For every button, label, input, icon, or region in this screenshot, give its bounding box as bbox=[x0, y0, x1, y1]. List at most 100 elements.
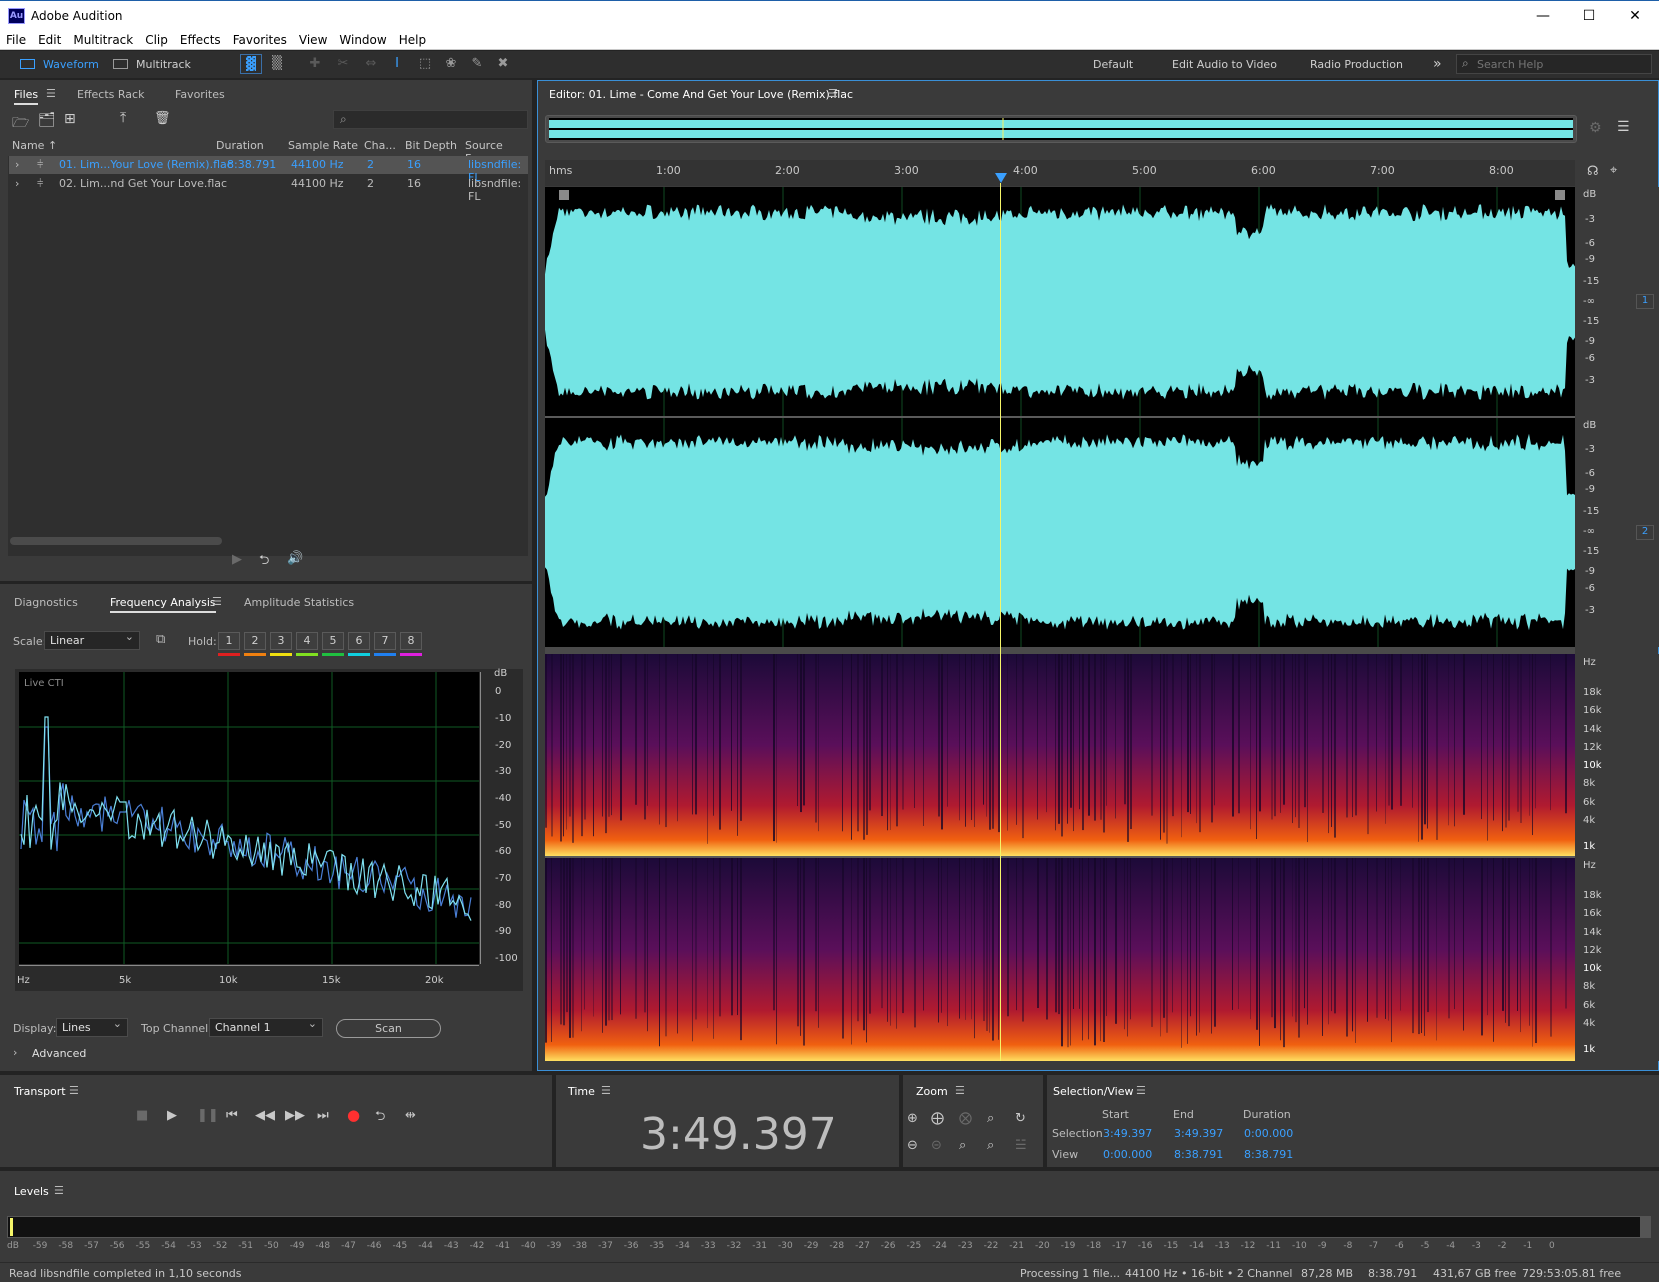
menu-effects[interactable]: Effects bbox=[174, 30, 227, 47]
hud-icon[interactable] bbox=[559, 190, 569, 200]
playhead-line[interactable] bbox=[1000, 183, 1001, 1061]
spectral-display-icon[interactable]: ▒ bbox=[266, 54, 288, 74]
zoom-reset-icon[interactable]: ↻ bbox=[1015, 1111, 1026, 1126]
file-row-2[interactable]: › ⫩ 02. Lim...nd Get Your Love.flac 4410… bbox=[9, 175, 528, 203]
loop-playback-icon[interactable]: ⮌ bbox=[375, 1107, 385, 1129]
hold-button-2[interactable]: 2 bbox=[244, 632, 266, 650]
hold-button-7[interactable]: 7 bbox=[374, 632, 396, 650]
minimize-button[interactable]: — bbox=[1520, 5, 1566, 27]
import-file-icon[interactable]: 🗂 bbox=[38, 112, 56, 128]
col-duration[interactable]: Duration bbox=[216, 139, 264, 152]
zoom-in-selection-icon[interactable]: ⨂ bbox=[959, 1111, 972, 1126]
marquee-tool-icon[interactable]: ⬚ bbox=[414, 54, 436, 74]
tab-files[interactable]: Files bbox=[14, 88, 39, 105]
selection-start[interactable]: 3:49.397 bbox=[1103, 1127, 1152, 1140]
transport-menu-icon[interactable]: ☰ bbox=[69, 1084, 79, 1097]
col-sample-rate[interactable]: Sample Rate bbox=[288, 139, 358, 152]
selection-end[interactable]: 3:49.397 bbox=[1174, 1127, 1223, 1140]
waveform-view[interactable] bbox=[545, 187, 1575, 647]
hold-button-8[interactable]: 8 bbox=[400, 632, 422, 650]
headphones-icon[interactable]: ☊ bbox=[1587, 164, 1599, 179]
zoom-out-amplitude-icon[interactable]: ⊖ bbox=[907, 1138, 918, 1153]
col-channels[interactable]: Cha... bbox=[364, 139, 396, 152]
view-start[interactable]: 0:00.000 bbox=[1103, 1148, 1152, 1161]
menu-favorites[interactable]: Favorites bbox=[227, 30, 293, 47]
hold-button-1[interactable]: 1 bbox=[218, 632, 240, 650]
pause-icon[interactable]: ❚❚ bbox=[197, 1108, 219, 1123]
search-help-input[interactable] bbox=[1477, 57, 1647, 72]
time-menu-icon[interactable]: ☰ bbox=[601, 1084, 611, 1097]
channel-2-toggle[interactable]: 2 bbox=[1636, 525, 1654, 540]
go-to-start-icon[interactable]: ⏮ bbox=[226, 1108, 238, 1123]
play-preview-icon[interactable]: ▶ bbox=[232, 552, 242, 567]
menu-clip[interactable]: Clip bbox=[139, 30, 174, 47]
menu-help[interactable]: Help bbox=[393, 30, 432, 47]
display-select[interactable]: Lines bbox=[56, 1017, 128, 1037]
editor-menu-icon[interactable]: ☰ bbox=[828, 87, 838, 100]
view-end[interactable]: 8:38.791 bbox=[1174, 1148, 1223, 1161]
pin-icon[interactable]: ⌖ bbox=[1610, 163, 1617, 178]
scale-select[interactable]: Linear bbox=[44, 630, 140, 650]
workspace-radio-production[interactable]: Radio Production bbox=[1310, 55, 1403, 74]
files-search-input[interactable]: ⌕ bbox=[333, 110, 528, 129]
tab-favorites[interactable]: Favorites bbox=[175, 88, 225, 101]
loop-preview-icon[interactable]: ⮌ bbox=[259, 551, 269, 573]
tab-effects-rack[interactable]: Effects Rack bbox=[77, 88, 144, 101]
move-tool-icon[interactable]: ✚ bbox=[304, 54, 326, 74]
zoom-navigator-icon[interactable]: ⚙ bbox=[1589, 120, 1602, 136]
spot-healing-icon[interactable]: ✖ bbox=[492, 54, 514, 74]
waveform-display-icon[interactable]: ▓ bbox=[240, 54, 262, 74]
stop-icon[interactable]: ■ bbox=[136, 1108, 148, 1123]
expand-view-icon[interactable] bbox=[1555, 190, 1565, 200]
record-icon[interactable]: ● bbox=[347, 1106, 360, 1124]
levels-menu-icon[interactable]: ☰ bbox=[54, 1184, 64, 1197]
time-selection-tool-icon[interactable]: I bbox=[386, 54, 408, 74]
col-name[interactable]: Name ↑ bbox=[12, 139, 57, 152]
horizontal-scrollbar[interactable] bbox=[10, 537, 222, 545]
lasso-tool-icon[interactable]: ❀ bbox=[440, 54, 462, 74]
zoom-in-amplitude-icon[interactable]: ⊕ bbox=[907, 1111, 918, 1126]
frequency-ruler[interactable]: Hz 18k 16k 14k 12k 10k 8k 6k 4k 1k Hz 18… bbox=[1575, 654, 1659, 1061]
hold-button-5[interactable]: 5 bbox=[322, 632, 344, 650]
time-ruler[interactable]: hms 1:00 2:00 3:00 4:00 5:00 6:00 7:00 8… bbox=[545, 160, 1575, 186]
expand-icon[interactable]: › bbox=[15, 177, 19, 190]
files-panel-menu-icon[interactable]: ☰ bbox=[46, 87, 56, 100]
menu-multitrack[interactable]: Multitrack bbox=[67, 30, 139, 47]
search-help-box[interactable]: ⌕ bbox=[1456, 54, 1652, 74]
zoom-out-full-icon[interactable]: ⌕ bbox=[959, 1138, 966, 1153]
tab-frequency-analysis[interactable]: Frequency Analysis bbox=[110, 596, 216, 613]
waveform-view-button[interactable]: Waveform bbox=[20, 55, 104, 74]
zoom-in-time-icon[interactable]: ⨁ bbox=[931, 1111, 944, 1126]
tab-amplitude-statistics[interactable]: Amplitude Statistics bbox=[244, 596, 354, 609]
col-bit-depth[interactable]: Bit Depth bbox=[405, 139, 457, 152]
zoom-out-selection-icon[interactable]: ⌕ bbox=[987, 1138, 994, 1153]
expand-icon[interactable]: › bbox=[15, 158, 19, 171]
tab-diagnostics[interactable]: Diagnostics bbox=[14, 596, 78, 609]
delete-file-icon[interactable]: 🗑 bbox=[154, 111, 171, 126]
multitrack-view-button[interactable]: Multitrack bbox=[113, 55, 203, 74]
advanced-expand-icon[interactable]: › bbox=[13, 1046, 17, 1059]
workspace-edit-audio-to-video[interactable]: Edit Audio to Video bbox=[1172, 55, 1277, 74]
advanced-label[interactable]: Advanced bbox=[32, 1047, 86, 1060]
maximize-button[interactable]: ☐ bbox=[1566, 5, 1612, 27]
playhead-marker[interactable] bbox=[995, 173, 1007, 183]
analysis-menu-icon[interactable]: ☰ bbox=[212, 595, 222, 608]
go-to-end-icon[interactable]: ⏭ bbox=[317, 1108, 329, 1123]
close-button[interactable]: ✕ bbox=[1612, 5, 1658, 27]
auto-play-icon[interactable]: 🔊 bbox=[287, 551, 303, 566]
new-file-icon[interactable]: ⊞ bbox=[64, 111, 76, 127]
menu-file[interactable]: File bbox=[0, 30, 32, 47]
selection-duration[interactable]: 0:00.000 bbox=[1244, 1127, 1293, 1140]
hold-button-4[interactable]: 4 bbox=[296, 632, 318, 650]
amplitude-ruler[interactable]: dB -3 -6 -9 -15 -∞ -15 -9 -6 -3 dB -3 -6… bbox=[1575, 187, 1659, 647]
menu-view[interactable]: View bbox=[293, 30, 333, 47]
panel-options-icon[interactable]: ☰ bbox=[1617, 119, 1630, 135]
zoom-to-selection-icon[interactable]: ⌕ bbox=[987, 1111, 994, 1126]
top-channel-select[interactable]: Channel 1 bbox=[209, 1017, 323, 1037]
clip-indicator[interactable] bbox=[1640, 1216, 1651, 1238]
scan-button[interactable]: Scan bbox=[336, 1019, 441, 1038]
menu-edit[interactable]: Edit bbox=[32, 30, 67, 47]
skip-selection-icon[interactable]: ⇹ bbox=[405, 1108, 416, 1123]
zoom-out-time-icon[interactable]: ⊝ bbox=[931, 1138, 942, 1153]
insert-into-multitrack-icon[interactable]: ⤒ bbox=[120, 110, 126, 126]
